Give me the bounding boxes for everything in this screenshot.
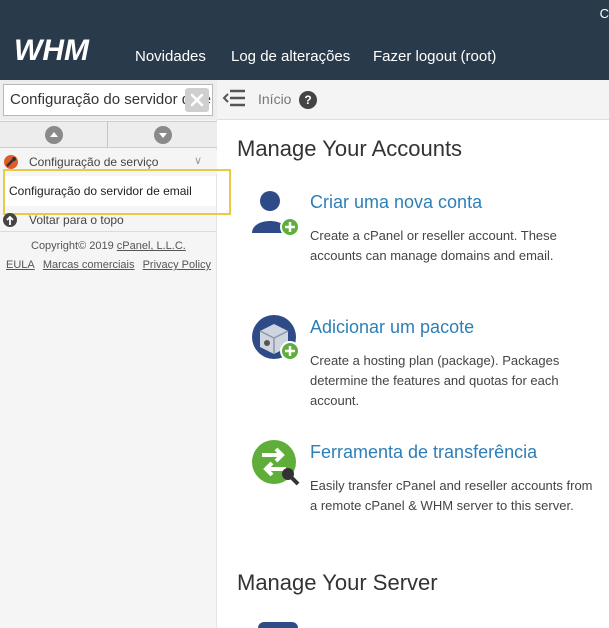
add-package-link[interactable]: Adicionar um pacote (310, 317, 474, 338)
highlight-box (3, 169, 231, 215)
footer-links: EULA Marcas comerciais Privacy Policy (6, 259, 216, 271)
arrow-up-icon[interactable] (3, 213, 17, 227)
nav-novidades[interactable]: Novidades (135, 48, 206, 65)
copyright-text: Copyright© 2019 cPanel, L.L.C. (31, 240, 186, 252)
trademarks-link[interactable]: Marcas comerciais (43, 259, 135, 271)
whm-logo-text: WHM (14, 34, 90, 66)
header-corner-text: C (599, 6, 609, 21)
transfer-tool-link[interactable]: Ferramenta de transferência (310, 442, 537, 463)
expand-collapse-row (0, 121, 217, 148)
chevron-up-icon (50, 132, 58, 137)
cpanel-link[interactable]: cPanel, L.L.C. (117, 240, 186, 252)
nav-logout[interactable]: Fazer logout (root) (373, 48, 496, 65)
create-account-description: Create a cPanel or reseller account. The… (310, 228, 557, 263)
transfer-tool-description: Easily transfer cPanel and reseller acco… (310, 478, 593, 513)
collapse-all-button[interactable] (154, 126, 172, 144)
expand-all-button[interactable] (45, 126, 63, 144)
add-user-icon[interactable] (250, 189, 300, 237)
breadcrumb-home[interactable]: Início (258, 91, 291, 107)
whm-logo[interactable]: WHM (14, 34, 116, 66)
clear-search-icon[interactable] (185, 88, 209, 112)
section-chevron-icon: ∨ (194, 154, 203, 167)
eula-link[interactable]: EULA (6, 259, 35, 271)
privacy-policy-link[interactable]: Privacy Policy (143, 259, 211, 271)
menu-toggle-icon[interactable] (222, 88, 246, 108)
back-to-top-link[interactable]: Voltar para o topo (29, 213, 124, 227)
divider (0, 231, 217, 232)
sidebar-section-label: Configuração de serviço (29, 155, 159, 169)
add-package-description: Create a hosting plan (package). Package… (310, 353, 560, 408)
transfer-tool-icon[interactable] (250, 438, 302, 488)
help-icon[interactable]: ? (299, 91, 317, 109)
add-package-icon[interactable] (250, 313, 302, 363)
partial-server-icon (258, 622, 298, 628)
nav-changelog[interactable]: Log de alterações (231, 48, 350, 65)
chevron-down-icon (159, 133, 167, 138)
sidebar-search-input[interactable]: Configuração do servidor de em (3, 84, 213, 116)
create-account-link[interactable]: Criar uma nova conta (310, 192, 482, 213)
wrench-icon (4, 155, 18, 169)
section-heading-accounts: Manage Your Accounts (237, 136, 463, 161)
copyright-prefix: Copyright© 2019 (31, 240, 117, 252)
divider (107, 121, 108, 148)
section-heading-server: Manage Your Server (237, 570, 438, 595)
